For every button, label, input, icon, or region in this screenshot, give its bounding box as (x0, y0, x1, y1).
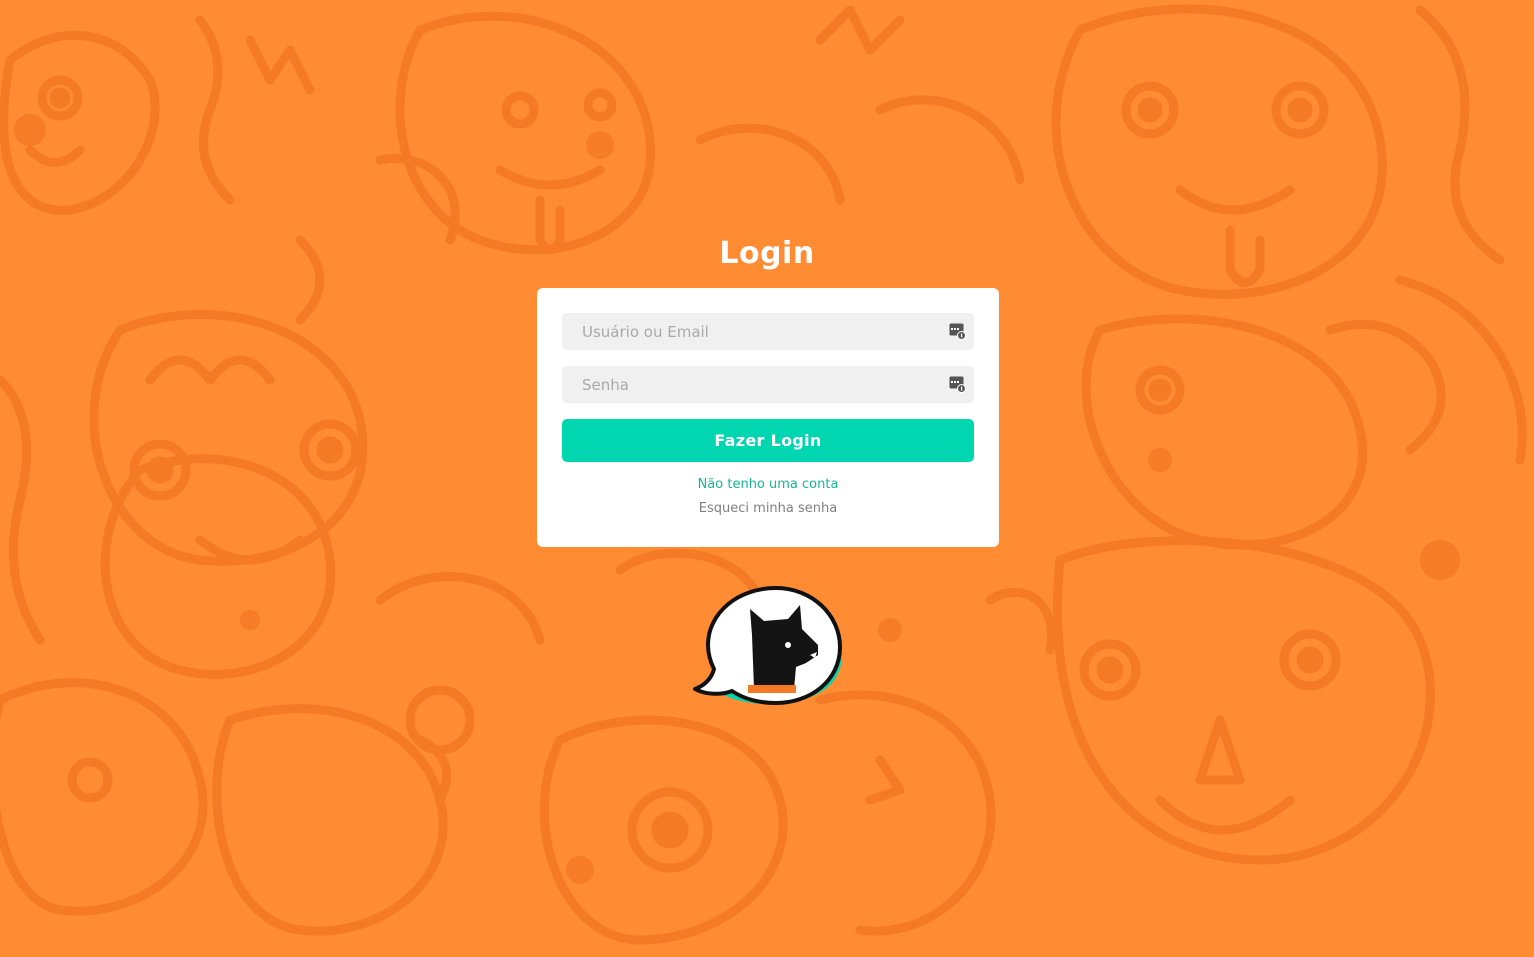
password-manager-icon[interactable] (949, 376, 966, 393)
password-field[interactable] (562, 366, 974, 403)
dog-speech-bubble-logo (693, 586, 842, 705)
page-title: Login (719, 236, 815, 271)
username-input[interactable] (562, 313, 942, 350)
password-input[interactable] (562, 366, 942, 403)
login-card: Fazer Login Não tenho uma conta Esqueci … (537, 288, 999, 547)
register-link[interactable]: Não tenho uma conta (537, 477, 999, 492)
forgot-password-link[interactable]: Esqueci minha senha (537, 501, 999, 516)
username-field[interactable] (562, 313, 974, 350)
password-manager-icon[interactable] (949, 323, 966, 340)
login-button[interactable]: Fazer Login (562, 419, 974, 462)
